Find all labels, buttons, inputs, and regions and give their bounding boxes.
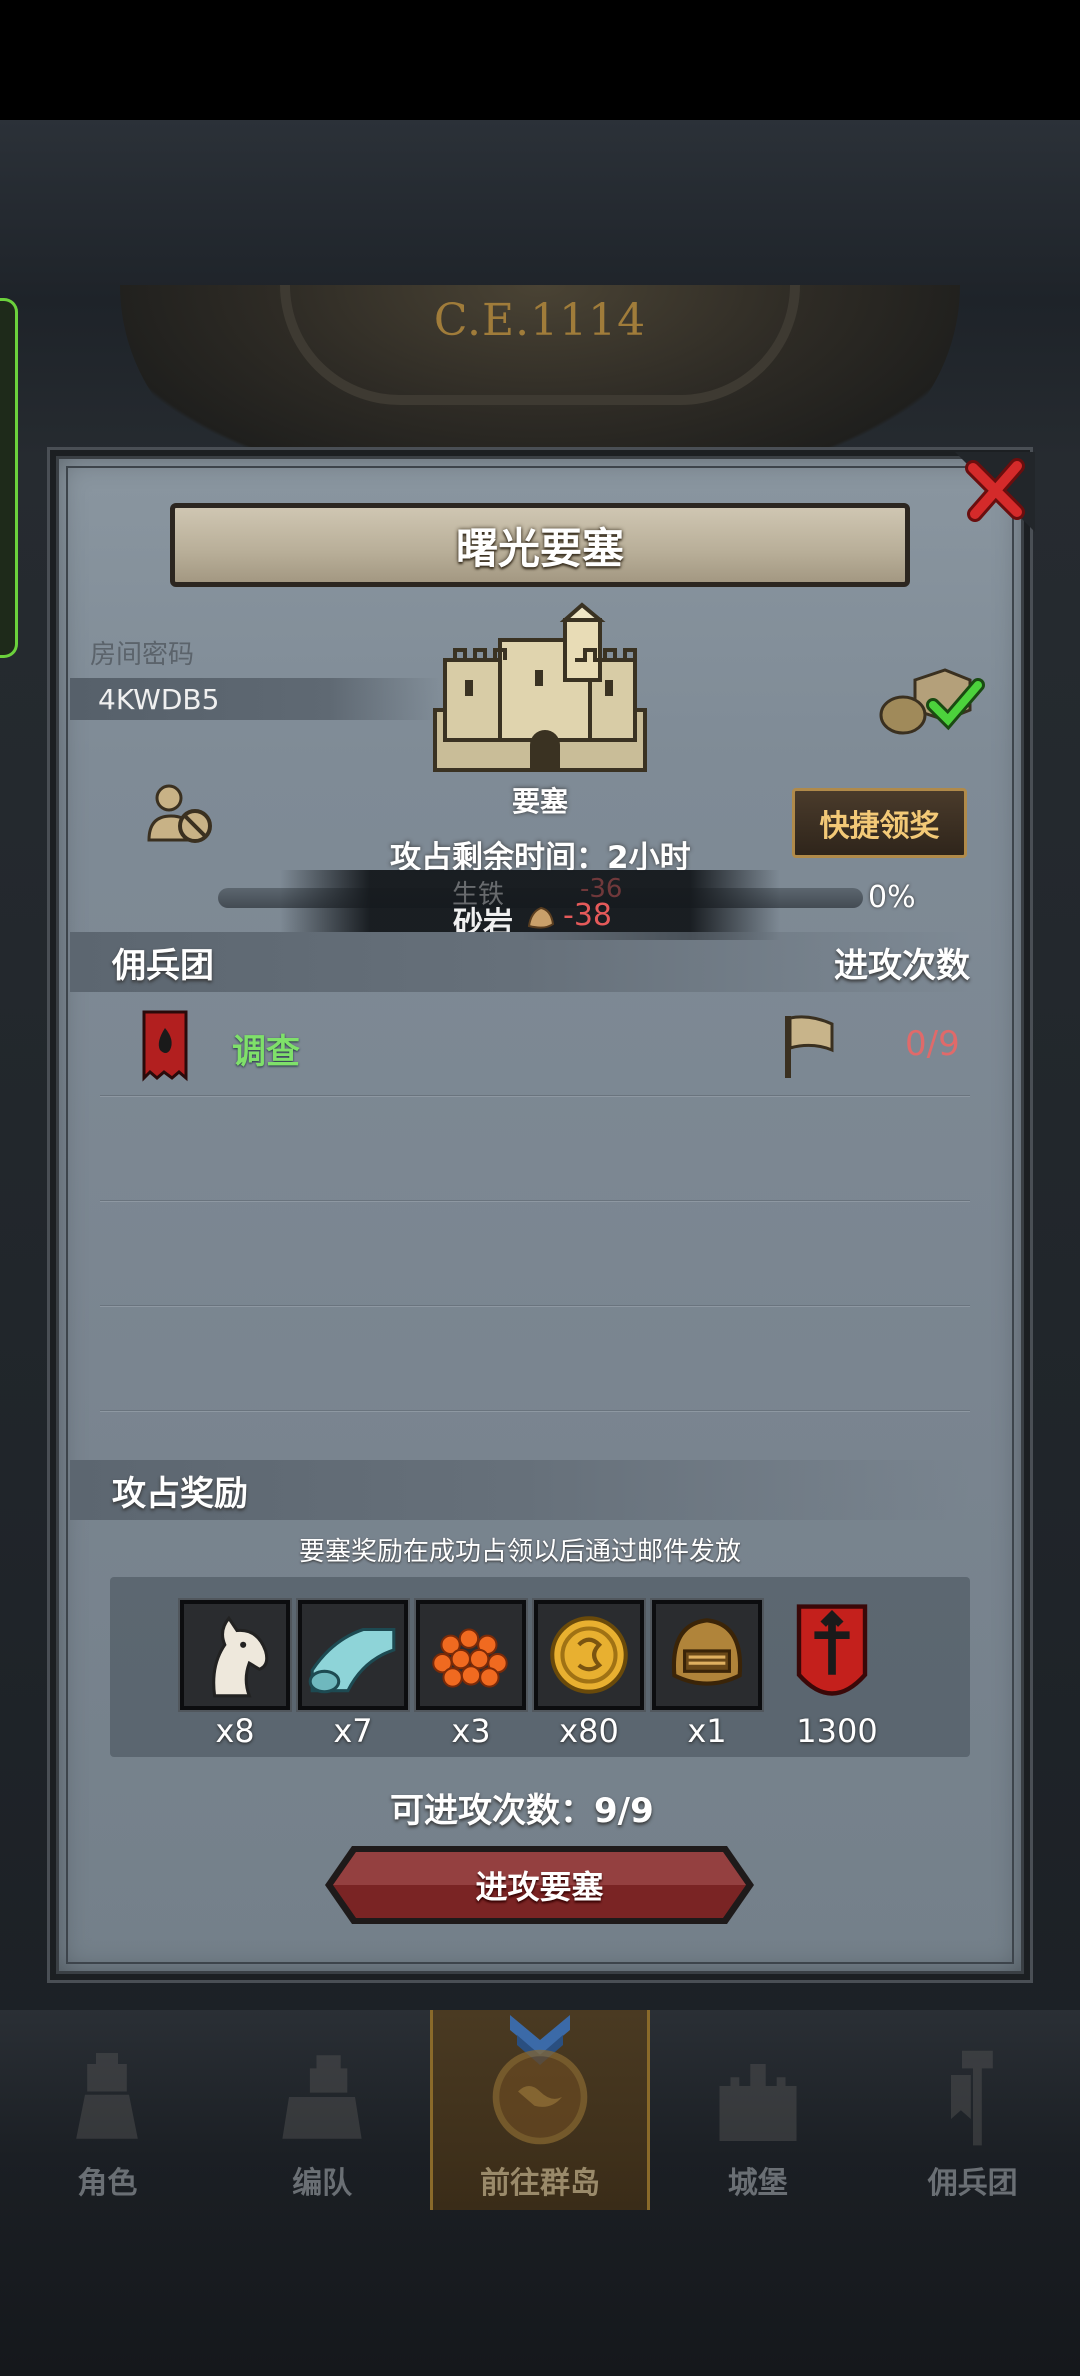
nav-item-castle[interactable]: 城堡	[650, 2010, 865, 2210]
nav-item-formation[interactable]: 编队	[215, 2010, 430, 2210]
user-blocked-icon[interactable]	[145, 780, 215, 846]
reward-qty: x80	[559, 1712, 619, 1750]
horse-icon	[184, 1604, 286, 1706]
attack-button-label: 进攻要塞	[475, 1868, 604, 1906]
available-attacks: 可进攻次数：9/9	[390, 1791, 654, 1831]
world-header	[0, 120, 1080, 290]
cloth-icon	[302, 1604, 404, 1706]
castle-label: 要塞	[511, 785, 568, 818]
divider	[100, 1410, 970, 1412]
castle-icon	[719, 2064, 797, 2141]
gold-coin-icon	[538, 1604, 640, 1706]
reward-item-horse[interactable]	[178, 1598, 292, 1712]
nav-label: 前往群岛	[479, 2166, 600, 2201]
fire-banner-icon	[142, 1010, 188, 1082]
reward-item-berries[interactable]	[414, 1598, 528, 1712]
mercenary-attack-count: 0/9	[905, 1024, 960, 1064]
resource-cost-value: -38	[563, 898, 612, 933]
reward-qty: x1	[687, 1712, 727, 1750]
side-panel-tab[interactable]	[0, 298, 18, 658]
mercenary-section-header: 佣兵团 进攻次数	[70, 932, 970, 992]
reward-qty: 1300	[796, 1712, 878, 1750]
room-code-value: 4KWDB5	[98, 682, 220, 716]
mercenary-header-label: 佣兵团	[112, 945, 214, 986]
helmet-icon	[656, 1604, 758, 1706]
attack-fortress-button[interactable]: 进攻要塞	[322, 1843, 757, 1927]
reward-item-cloth[interactable]	[296, 1598, 410, 1712]
quick-claim-button[interactable]: 快捷领奖	[792, 788, 967, 858]
room-code-label: 房间密码	[90, 640, 195, 670]
divider	[100, 1305, 970, 1307]
bottom-nav: 角色 编队 前往群岛 城堡 佣兵团	[0, 2010, 1080, 2210]
nav-label: 角色	[77, 2166, 138, 2201]
attack-count-header-label: 进攻次数	[834, 945, 970, 986]
loot-collected-icon[interactable]	[875, 660, 995, 740]
nav-label: 编队	[292, 2166, 353, 2201]
sandstone-icon	[527, 906, 555, 929]
nav-label: 佣兵团	[927, 2166, 1018, 2201]
islands-icon	[492, 2049, 588, 2145]
nav-item-character[interactable]: 角色	[0, 2010, 215, 2210]
reward-section-header: 攻占奖励	[70, 1460, 970, 1520]
close-icon[interactable]	[955, 452, 1035, 532]
reward-item-gold-coin[interactable]	[532, 1598, 646, 1712]
fortress-castle-icon	[433, 602, 647, 772]
mercenary-name: 调查	[232, 1032, 300, 1072]
reward-qty: x3	[451, 1712, 491, 1750]
flag-icon	[785, 1015, 834, 1078]
era-label: C.E.1114	[433, 295, 647, 346]
room-code-field: 4KWDB5	[70, 678, 440, 720]
nav-label: 城堡	[727, 2166, 788, 2201]
divider	[100, 1200, 970, 1202]
reward-item-guild-banner[interactable]	[777, 1600, 887, 1710]
reward-item-helmet[interactable]	[650, 1598, 764, 1712]
dialog-title-banner: 曙光要塞	[170, 503, 910, 587]
reward-qty: x7	[333, 1712, 373, 1750]
nav-item-mercenary[interactable]: 佣兵团	[865, 2010, 1080, 2210]
knight-icon	[76, 2053, 139, 2139]
reward-note: 要塞奖励在成功占领以后通过邮件发放	[298, 1537, 741, 1567]
formation-icon	[282, 2055, 362, 2139]
berries-icon	[420, 1604, 522, 1706]
mercenary-row[interactable]: 调查 0/9	[70, 1002, 970, 1092]
mercenary-icon	[950, 2050, 993, 2146]
status-bar-area	[0, 0, 1080, 120]
reward-header-label: 攻占奖励	[112, 1473, 248, 1514]
quick-claim-label: 快捷领奖	[819, 809, 940, 844]
nav-item-islands[interactable]: 前往群岛	[429, 2010, 651, 2210]
guild-banner-icon	[796, 1604, 868, 1696]
divider	[100, 1095, 970, 1097]
reward-qty: x8	[215, 1712, 255, 1750]
occupy-progress-percent: 0%	[868, 880, 916, 915]
dialog-title: 曙光要塞	[455, 523, 624, 573]
